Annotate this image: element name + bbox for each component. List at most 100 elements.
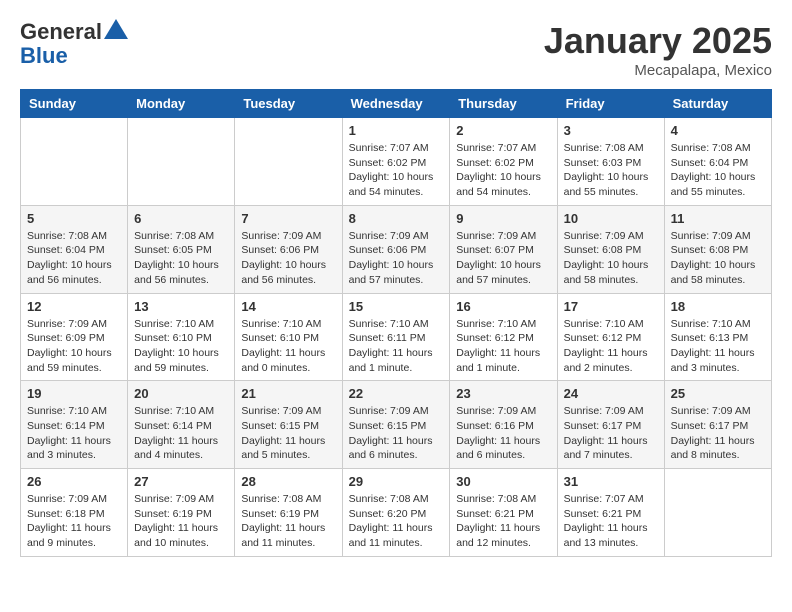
table-row: 16Sunrise: 7:10 AM Sunset: 6:12 PM Dayli… <box>450 293 557 381</box>
table-row: 13 Sunrise: 7:10 AM Sunset: 6:10 PM Dayli… <box>128 293 235 381</box>
table-row: 21 Sunrise: 7:09 AM Sunset: 6:15 PM Dayli… <box>235 381 342 469</box>
title-block: January 2025 Mecapalapa, Mexico <box>544 20 772 79</box>
day-number: 4 <box>671 123 765 138</box>
day-info: Sunrise: 7:09 AM Sunset: 6:15 PM Dayligh… <box>241 404 335 463</box>
calendar-week-row: 12 Sunrise: 7:09 AM Sunset: 6:09 PM Dayli… <box>21 293 772 381</box>
day-number: 24 <box>564 386 658 401</box>
day-info: Sunrise: 7:10 AM Sunset: 6:14 PM Dayligh… <box>27 404 121 463</box>
day-number: 6 <box>134 211 228 226</box>
day-number: 31 <box>564 474 658 489</box>
day-number: 13 <box>134 299 228 314</box>
day-info: Sunrise: 7:09 AM Sunset: 6:18 PM Dayligh… <box>27 492 121 551</box>
header-wednesday: Wednesday <box>342 90 450 118</box>
table-row <box>128 118 235 206</box>
header-saturday: Saturday <box>664 90 771 118</box>
location: Mecapalapa, Mexico <box>544 62 772 79</box>
day-info: Sunrise: 7:08 AM Sunset: 6:21 PM Dayligh… <box>456 492 550 551</box>
table-row: 5Sunrise: 7:08 AM Sunset: 6:04 PM Daylig… <box>21 205 128 293</box>
header-sunday: Sunday <box>21 90 128 118</box>
calendar-week-row: 19 Sunrise: 7:10 AM Sunset: 6:14 PM Dayli… <box>21 381 772 469</box>
table-row: 26 Sunrise: 7:09 AM Sunset: 6:18 PM Dayli… <box>21 469 128 557</box>
calendar-week-row: 1 Sunrise: 7:07 AM Sunset: 6:02 PM Daylig… <box>21 118 772 206</box>
day-info: Sunrise: 7:07 AM Sunset: 6:21 PM Dayligh… <box>564 492 658 551</box>
day-info: Sunrise: 7:09 AM Sunset: 6:16 PM Dayligh… <box>456 404 550 463</box>
day-number: 15 <box>349 299 444 314</box>
day-number: 3 <box>564 123 658 138</box>
day-number: 10 <box>564 211 658 226</box>
header-friday: Friday <box>557 90 664 118</box>
table-row <box>235 118 342 206</box>
table-row: 2 Sunrise: 7:07 AM Sunset: 6:02 PM Daylig… <box>450 118 557 206</box>
day-info: Sunrise: 7:10 AM Sunset: 6:11 PM Dayligh… <box>349 317 444 376</box>
table-row <box>21 118 128 206</box>
day-number: 27 <box>134 474 228 489</box>
table-row: 18 Sunrise: 7:10 AM Sunset: 6:13 PM Dayli… <box>664 293 771 381</box>
day-number: 9 <box>456 211 550 226</box>
day-number: 2 <box>456 123 550 138</box>
page-header: General Blue January 2025 Mecapalapa, Me… <box>20 20 772 79</box>
logo-blue-text: Blue <box>20 43 68 68</box>
calendar-header-row: Sunday Monday Tuesday Wednesday Thursday… <box>21 90 772 118</box>
day-number: 11 <box>671 211 765 226</box>
month-title: January 2025 <box>544 20 772 62</box>
day-info: Sunrise: 7:08 AM Sunset: 6:03 PM Dayligh… <box>564 141 658 200</box>
header-monday: Monday <box>128 90 235 118</box>
day-number: 12 <box>27 299 121 314</box>
day-number: 14 <box>241 299 335 314</box>
day-number: 21 <box>241 386 335 401</box>
calendar-week-row: 26 Sunrise: 7:09 AM Sunset: 6:18 PM Dayli… <box>21 469 772 557</box>
day-number: 5 <box>27 211 121 226</box>
header-thursday: Thursday <box>450 90 557 118</box>
table-row: 22 Sunrise: 7:09 AM Sunset: 6:15 PM Dayli… <box>342 381 450 469</box>
day-info: Sunrise: 7:08 AM Sunset: 6:20 PM Dayligh… <box>349 492 444 551</box>
day-info: Sunrise: 7:09 AM Sunset: 6:19 PM Dayligh… <box>134 492 228 551</box>
day-info: Sunrise: 7:10 AM Sunset: 6:12 PM Dayligh… <box>564 317 658 376</box>
day-info: Sunrise: 7:09 AM Sunset: 6:15 PM Dayligh… <box>349 404 444 463</box>
table-row: 31 Sunrise: 7:07 AM Sunset: 6:21 PM Dayli… <box>557 469 664 557</box>
day-number: 20 <box>134 386 228 401</box>
table-row: 4 Sunrise: 7:08 AM Sunset: 6:04 PM Daylig… <box>664 118 771 206</box>
day-number: 22 <box>349 386 444 401</box>
day-info: Sunrise: 7:09 AM Sunset: 6:17 PM Dayligh… <box>671 404 765 463</box>
day-info: Sunrise: 7:07 AM Sunset: 6:02 PM Dayligh… <box>349 141 444 200</box>
day-number: 25 <box>671 386 765 401</box>
table-row: 20 Sunrise: 7:10 AM Sunset: 6:14 PM Dayli… <box>128 381 235 469</box>
day-info: Sunrise: 7:09 AM Sunset: 6:07 PM Dayligh… <box>456 229 550 288</box>
table-row: 12 Sunrise: 7:09 AM Sunset: 6:09 PM Dayli… <box>21 293 128 381</box>
day-info: Sunrise: 7:09 AM Sunset: 6:09 PM Dayligh… <box>27 317 121 376</box>
day-number: 28 <box>241 474 335 489</box>
table-row: 30Sunrise: 7:08 AM Sunset: 6:21 PM Dayli… <box>450 469 557 557</box>
day-number: 19 <box>27 386 121 401</box>
day-number: 1 <box>349 123 444 138</box>
table-row: 17 Sunrise: 7:10 AM Sunset: 6:12 PM Dayli… <box>557 293 664 381</box>
table-row: 14Sunrise: 7:10 AM Sunset: 6:10 PM Dayli… <box>235 293 342 381</box>
day-info: Sunrise: 7:10 AM Sunset: 6:10 PM Dayligh… <box>134 317 228 376</box>
day-number: 26 <box>27 474 121 489</box>
table-row: 9 Sunrise: 7:09 AM Sunset: 6:07 PM Daylig… <box>450 205 557 293</box>
day-number: 17 <box>564 299 658 314</box>
table-row: 24Sunrise: 7:09 AM Sunset: 6:17 PM Dayli… <box>557 381 664 469</box>
table-row <box>664 469 771 557</box>
calendar-week-row: 5Sunrise: 7:08 AM Sunset: 6:04 PM Daylig… <box>21 205 772 293</box>
table-row: 15 Sunrise: 7:10 AM Sunset: 6:11 PM Dayli… <box>342 293 450 381</box>
day-info: Sunrise: 7:10 AM Sunset: 6:14 PM Dayligh… <box>134 404 228 463</box>
table-row: 28Sunrise: 7:08 AM Sunset: 6:19 PM Dayli… <box>235 469 342 557</box>
day-info: Sunrise: 7:09 AM Sunset: 6:06 PM Dayligh… <box>241 229 335 288</box>
day-number: 7 <box>241 211 335 226</box>
table-row: 8Sunrise: 7:09 AM Sunset: 6:06 PM Daylig… <box>342 205 450 293</box>
table-row: 27 Sunrise: 7:09 AM Sunset: 6:19 PM Dayli… <box>128 469 235 557</box>
day-info: Sunrise: 7:07 AM Sunset: 6:02 PM Dayligh… <box>456 141 550 200</box>
day-info: Sunrise: 7:09 AM Sunset: 6:08 PM Dayligh… <box>564 229 658 288</box>
table-row: 25 Sunrise: 7:09 AM Sunset: 6:17 PM Dayli… <box>664 381 771 469</box>
table-row: 10 Sunrise: 7:09 AM Sunset: 6:08 PM Dayli… <box>557 205 664 293</box>
table-row: 23 Sunrise: 7:09 AM Sunset: 6:16 PM Dayli… <box>450 381 557 469</box>
day-info: Sunrise: 7:10 AM Sunset: 6:13 PM Dayligh… <box>671 317 765 376</box>
day-number: 29 <box>349 474 444 489</box>
day-number: 18 <box>671 299 765 314</box>
table-row: 7 Sunrise: 7:09 AM Sunset: 6:06 PM Daylig… <box>235 205 342 293</box>
day-number: 23 <box>456 386 550 401</box>
table-row: 11Sunrise: 7:09 AM Sunset: 6:08 PM Dayli… <box>664 205 771 293</box>
logo-icon <box>104 19 128 39</box>
day-info: Sunrise: 7:08 AM Sunset: 6:04 PM Dayligh… <box>671 141 765 200</box>
logo: General Blue <box>20 20 128 68</box>
